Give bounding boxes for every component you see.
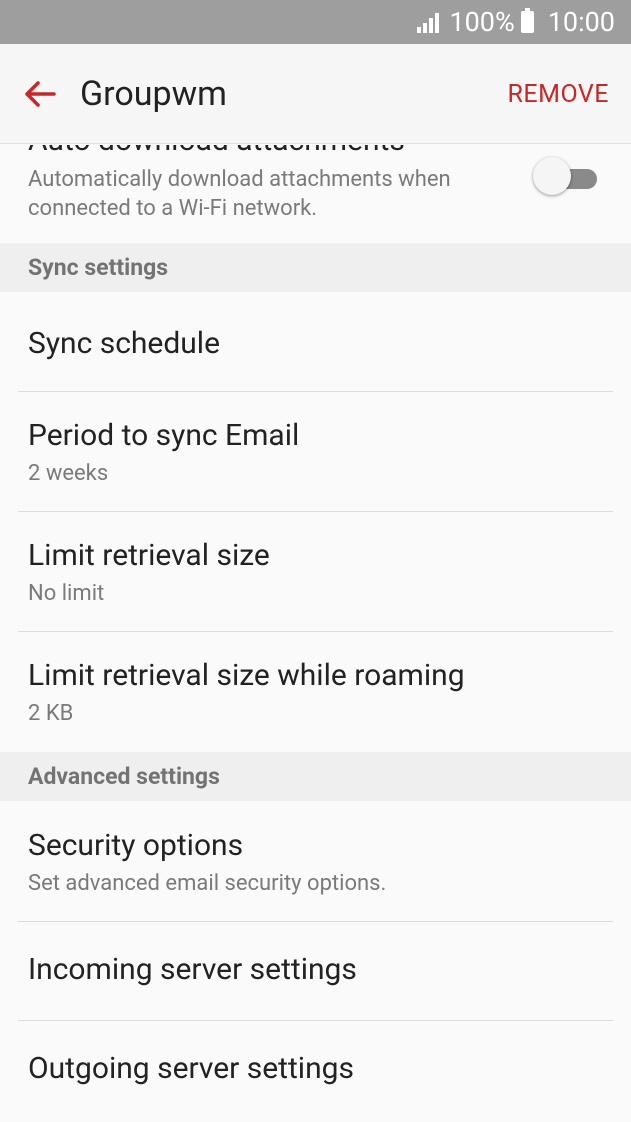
sync-settings-header: Sync settings bbox=[0, 243, 631, 292]
limit-retrieval-roaming-item[interactable]: Limit retrieval size while roaming 2 KB bbox=[0, 632, 631, 752]
status-bar: 100% 10:00 bbox=[0, 0, 631, 44]
sync-schedule-item[interactable]: Sync schedule bbox=[0, 292, 631, 391]
settings-list: Auto download attachments Automatically … bbox=[0, 145, 631, 1119]
item-title: Period to sync Email bbox=[28, 418, 300, 453]
auto-download-toggle[interactable] bbox=[533, 157, 597, 197]
item-subtitle: 2 weeks bbox=[28, 461, 109, 486]
item-subtitle: Set advanced email security options. bbox=[28, 871, 387, 896]
item-title: Limit retrieval size bbox=[28, 538, 270, 573]
back-button[interactable] bbox=[0, 44, 80, 144]
item-title: Limit retrieval size while roaming bbox=[28, 658, 465, 693]
item-title: Security options bbox=[28, 828, 244, 863]
battery-percent: 100% bbox=[449, 6, 515, 38]
item-title: Sync schedule bbox=[28, 326, 220, 361]
page-title: Groupwm bbox=[80, 73, 227, 114]
item-title: Incoming server settings bbox=[28, 952, 357, 987]
security-options-item[interactable]: Security options Set advanced email secu… bbox=[0, 801, 631, 921]
clock: 10:00 bbox=[547, 6, 615, 38]
app-bar: Groupwm REMOVE bbox=[0, 44, 631, 144]
advanced-settings-header: Advanced settings bbox=[0, 752, 631, 801]
auto-download-title: Auto download attachments bbox=[28, 145, 405, 158]
signal-icon bbox=[417, 11, 440, 33]
auto-download-setting[interactable]: Auto download attachments Automatically … bbox=[0, 145, 631, 243]
outgoing-server-item[interactable]: Outgoing server settings bbox=[0, 1021, 631, 1119]
item-subtitle: 2 KB bbox=[28, 701, 74, 726]
item-subtitle: No limit bbox=[28, 581, 105, 606]
toggle-thumb bbox=[533, 157, 571, 195]
item-title: Outgoing server settings bbox=[28, 1051, 354, 1086]
limit-retrieval-size-item[interactable]: Limit retrieval size No limit bbox=[0, 512, 631, 631]
period-to-sync-item[interactable]: Period to sync Email 2 weeks bbox=[0, 392, 631, 511]
auto-download-subtitle: Automatically download attachments when … bbox=[28, 167, 451, 221]
remove-button[interactable]: REMOVE bbox=[508, 44, 610, 144]
back-arrow-icon bbox=[25, 80, 56, 107]
battery-icon bbox=[520, 8, 534, 33]
incoming-server-item[interactable]: Incoming server settings bbox=[0, 922, 631, 1020]
